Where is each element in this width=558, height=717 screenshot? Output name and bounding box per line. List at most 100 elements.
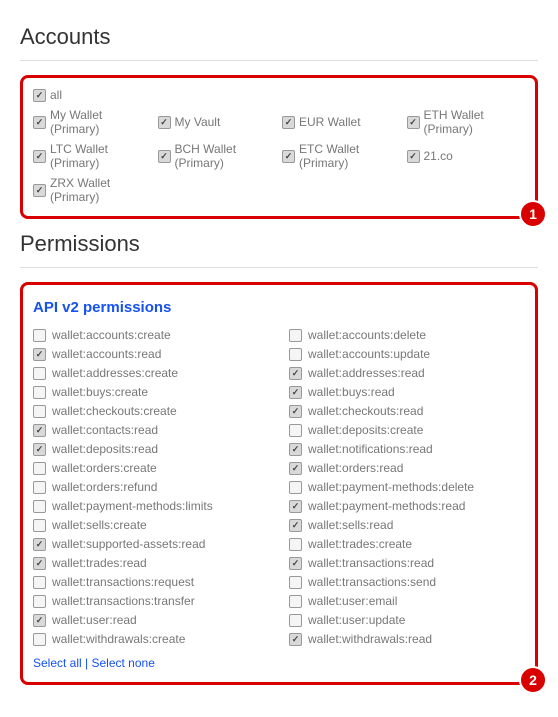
checkbox-icon[interactable] [289, 367, 302, 380]
checkbox-icon[interactable] [282, 150, 295, 163]
permission-item[interactable]: wallet:user:update [289, 613, 525, 627]
checkbox-icon[interactable] [33, 150, 46, 163]
permission-item[interactable]: wallet:sells:read [289, 518, 525, 532]
permissions-subheading: API v2 permissions [33, 299, 525, 316]
permission-item[interactable]: wallet:notifications:read [289, 442, 525, 456]
permission-item[interactable]: wallet:withdrawals:create [33, 632, 269, 646]
checkbox-icon[interactable] [33, 576, 46, 589]
permission-item[interactable]: wallet:sells:create [33, 518, 269, 532]
checkbox-icon[interactable] [289, 386, 302, 399]
checkbox-icon[interactable] [289, 500, 302, 513]
checkbox-icon[interactable] [289, 424, 302, 437]
checkbox-icon[interactable] [33, 443, 46, 456]
checkbox-icon[interactable] [282, 116, 295, 129]
checkbox-icon[interactable] [33, 557, 46, 570]
select-all-link[interactable]: Select all [33, 656, 82, 670]
checkbox-icon[interactable] [33, 500, 46, 513]
permission-item[interactable]: wallet:accounts:update [289, 347, 525, 361]
checkbox-icon[interactable] [158, 150, 171, 163]
account-item[interactable]: ZRX Wallet (Primary) [33, 176, 152, 204]
permission-item[interactable]: wallet:user:read [33, 613, 269, 627]
permission-item[interactable]: wallet:supported-assets:read [33, 537, 269, 551]
checkbox-icon[interactable] [289, 329, 302, 342]
permission-item[interactable]: wallet:addresses:read [289, 366, 525, 380]
checkbox-icon[interactable] [33, 329, 46, 342]
permission-item[interactable]: wallet:contacts:read [33, 423, 269, 437]
permission-item[interactable]: wallet:checkouts:create [33, 404, 269, 418]
checkbox-icon[interactable] [289, 519, 302, 532]
permission-item[interactable]: wallet:buys:read [289, 385, 525, 399]
account-item[interactable]: EUR Wallet [282, 108, 401, 136]
permission-label: wallet:orders:refund [52, 480, 157, 494]
permission-item[interactable]: wallet:trades:read [33, 556, 269, 570]
select-none-link[interactable]: Select none [92, 656, 155, 670]
permission-item[interactable]: wallet:accounts:read [33, 347, 269, 361]
permission-item[interactable]: wallet:accounts:create [33, 328, 269, 342]
checkbox-icon[interactable] [289, 633, 302, 646]
checkbox-icon[interactable] [33, 424, 46, 437]
account-item[interactable]: ETC Wallet (Primary) [282, 142, 401, 170]
account-item-all[interactable]: all [33, 88, 525, 102]
permission-item[interactable]: wallet:payment-methods:limits [33, 499, 269, 513]
permission-item[interactable]: wallet:addresses:create [33, 366, 269, 380]
permission-item[interactable]: wallet:deposits:read [33, 442, 269, 456]
checkbox-icon[interactable] [33, 614, 46, 627]
checkbox-icon[interactable] [289, 614, 302, 627]
checkbox-icon[interactable] [289, 481, 302, 494]
account-label: ZRX Wallet (Primary) [50, 176, 152, 204]
permission-label: wallet:user:email [308, 594, 397, 608]
permission-item[interactable]: wallet:buys:create [33, 385, 269, 399]
permission-item[interactable]: wallet:orders:create [33, 461, 269, 475]
permission-item[interactable]: wallet:transactions:send [289, 575, 525, 589]
annotation-badge: 2 [519, 666, 547, 694]
checkbox-icon[interactable] [289, 462, 302, 475]
checkbox-icon[interactable] [33, 367, 46, 380]
permission-label: wallet:sells:read [308, 518, 393, 532]
permission-item[interactable]: wallet:transactions:read [289, 556, 525, 570]
checkbox-icon[interactable] [289, 595, 302, 608]
account-item[interactable]: My Wallet (Primary) [33, 108, 152, 136]
permission-item[interactable]: wallet:payment-methods:delete [289, 480, 525, 494]
permission-item[interactable]: wallet:withdrawals:read [289, 632, 525, 646]
permission-item[interactable]: wallet:orders:read [289, 461, 525, 475]
checkbox-icon[interactable] [407, 150, 420, 163]
permission-label: wallet:accounts:create [52, 328, 171, 342]
checkbox-icon[interactable] [33, 184, 46, 197]
checkbox-icon[interactable] [158, 116, 171, 129]
checkbox-icon[interactable] [33, 116, 46, 129]
checkbox-icon[interactable] [289, 348, 302, 361]
permission-item[interactable]: wallet:orders:refund [33, 480, 269, 494]
permission-item[interactable]: wallet:accounts:delete [289, 328, 525, 342]
checkbox-icon[interactable] [33, 633, 46, 646]
checkbox-icon[interactable] [33, 386, 46, 399]
permission-item[interactable]: wallet:transactions:transfer [33, 594, 269, 608]
account-label: EUR Wallet [299, 115, 361, 129]
account-item[interactable]: My Vault [158, 108, 277, 136]
checkbox-icon[interactable] [33, 405, 46, 418]
permission-item[interactable]: wallet:payment-methods:read [289, 499, 525, 513]
checkbox-icon[interactable] [289, 443, 302, 456]
checkbox-icon[interactable] [289, 576, 302, 589]
permission-label: wallet:deposits:create [308, 423, 423, 437]
permission-item[interactable]: wallet:transactions:request [33, 575, 269, 589]
checkbox-icon[interactable] [33, 89, 46, 102]
account-item[interactable]: BCH Wallet (Primary) [158, 142, 277, 170]
checkbox-icon[interactable] [33, 481, 46, 494]
permission-item[interactable]: wallet:trades:create [289, 537, 525, 551]
checkbox-icon[interactable] [289, 538, 302, 551]
permission-item[interactable]: wallet:user:email [289, 594, 525, 608]
checkbox-icon[interactable] [33, 538, 46, 551]
account-label: ETH Wallet (Primary) [424, 108, 526, 136]
checkbox-icon[interactable] [289, 405, 302, 418]
checkbox-icon[interactable] [289, 557, 302, 570]
account-item[interactable]: LTC Wallet (Primary) [33, 142, 152, 170]
checkbox-icon[interactable] [33, 348, 46, 361]
checkbox-icon[interactable] [33, 595, 46, 608]
account-item[interactable]: ETH Wallet (Primary) [407, 108, 526, 136]
account-item[interactable]: 21.co [407, 142, 526, 170]
permission-item[interactable]: wallet:deposits:create [289, 423, 525, 437]
checkbox-icon[interactable] [407, 116, 420, 129]
checkbox-icon[interactable] [33, 519, 46, 532]
checkbox-icon[interactable] [33, 462, 46, 475]
permission-item[interactable]: wallet:checkouts:read [289, 404, 525, 418]
